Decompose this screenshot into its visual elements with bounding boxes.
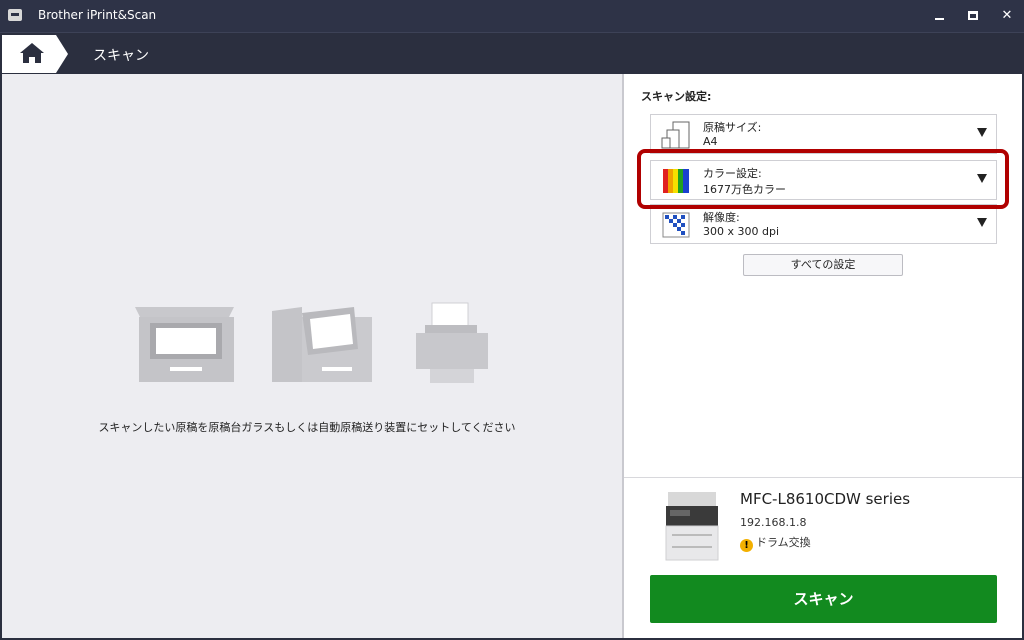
printer-icon — [416, 302, 488, 383]
maximize-button[interactable] — [956, 0, 990, 32]
document-size-value: A4 — [703, 135, 718, 148]
adf-scanner-icon — [272, 307, 372, 382]
highlight-box — [637, 149, 1009, 209]
printer-device-icon — [665, 492, 719, 561]
maximize-icon — [968, 11, 978, 20]
chevron-down-icon — [977, 128, 987, 137]
page-title: スキャン — [93, 48, 149, 64]
window-title: Brother iPrint&Scan — [38, 8, 157, 22]
app-window: Brother iPrint&Scan ✕ スキャン スキャンしたい原稿を原稿台… — [0, 0, 1024, 640]
chevron-down-icon — [977, 218, 987, 227]
resolution-icon — [662, 212, 690, 238]
resolution-dropdown[interactable]: 解像度: 300 x 300 dpi — [650, 204, 997, 244]
nav-bar: スキャン — [0, 32, 1024, 74]
settings-panel: スキャン設定: 原稿サイズ: A4 カラー設定: 1677万色カラー 解像度: … — [624, 74, 1022, 638]
document-size-dropdown[interactable]: 原稿サイズ: A4 — [650, 114, 997, 154]
resolution-label: 解像度: — [703, 211, 740, 224]
resolution-value: 300 x 300 dpi — [703, 225, 780, 238]
instruction-text: スキャンしたい原稿を原稿台ガラスもしくは自動原稿送り装置にセットしてください — [98, 421, 516, 434]
device-section: MFC-L8610CDW series 192.168.1.8 ! ドラム交換 ス… — [624, 477, 1022, 638]
all-settings-button[interactable]: すべての設定 — [743, 254, 903, 276]
scanner-illustrations — [135, 302, 488, 383]
close-icon: ✕ — [1001, 8, 1013, 23]
device-ip: 192.168.1.8 — [740, 516, 807, 529]
device-name: MFC-L8610CDW series — [740, 490, 911, 508]
app-printer-icon — [8, 9, 22, 21]
page-size-icon — [661, 121, 690, 149]
warning-icon: ! — [740, 539, 753, 552]
minimize-button[interactable] — [922, 0, 956, 32]
device-status: ! ドラム交換 — [740, 534, 811, 552]
scan-settings-label: スキャン設定: — [641, 90, 712, 103]
title-bar: Brother iPrint&Scan ✕ — [0, 0, 1024, 32]
home-icon — [2, 35, 68, 73]
close-button[interactable]: ✕ — [990, 0, 1024, 32]
scan-preview-area: スキャンしたい原稿を原稿台ガラスもしくは自動原稿送り装置にセットしてください — [2, 74, 622, 638]
device-status-text: ドラム交換 — [756, 536, 811, 549]
scan-button[interactable]: スキャン — [650, 575, 997, 623]
minimize-icon — [935, 18, 944, 20]
flatbed-scanner-icon — [135, 307, 234, 382]
document-size-label: 原稿サイズ: — [703, 121, 762, 134]
home-button[interactable] — [2, 35, 70, 73]
